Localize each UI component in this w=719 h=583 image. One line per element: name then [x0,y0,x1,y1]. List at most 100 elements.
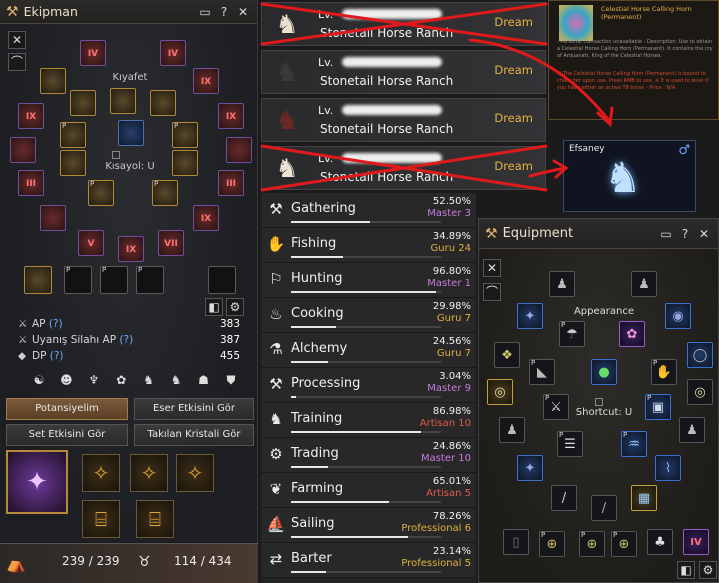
tool-slot[interactable]: ♣ [647,529,673,555]
equip-slot[interactable]: ◎ [687,379,713,405]
equip-slot[interactable] [10,137,36,163]
shield-icon[interactable]: ◧ [677,561,695,579]
tool-slot[interactable]: P ⊕ [579,531,605,557]
tool-slot[interactable]: P [64,266,92,294]
shield-icon[interactable]: ◧ [205,298,223,316]
equip-slot[interactable]: ♟ [549,271,575,297]
equip-slot[interactable]: ⌇ [655,455,681,481]
equipment-titlebar[interactable]: ⚒ Equipment ▭ ? ✕ [479,219,718,249]
equip-slot[interactable]: IX [118,236,144,262]
costume-slot[interactable]: P [172,122,198,148]
tab-icon[interactable]: ☻ [57,373,75,391]
tab-icon[interactable]: ☗ [195,373,213,391]
skill-row-training[interactable]: ♞ Training 86.98% Artisan 10 [261,403,476,438]
horse-entry[interactable]: ♞ Lv. Stonetail Horse Ranch Dream [261,146,546,190]
equip-slot[interactable]: ◯ [687,342,713,368]
tab-icon[interactable]: ⛊ [222,373,240,391]
equip-slot[interactable]: IX [193,205,219,231]
gear-icon[interactable]: ⚙ [226,298,244,316]
magic-scroll-item[interactable]: ✦ [6,450,68,514]
equip-slot[interactable]: III [18,170,44,196]
crossed-swords-icon[interactable]: ✕ [483,259,501,277]
equip-slot[interactable]: ✦ [517,303,543,329]
help-icon[interactable]: ? [216,4,232,20]
skill-row-barter[interactable]: ⇄ Barter 23.14% Professional 5 [261,543,476,578]
material-item[interactable]: ✧ [176,454,214,492]
gear-icon[interactable]: ⚙ [699,561,717,579]
close-icon[interactable]: ✕ [696,226,712,242]
skill-row-sailing[interactable]: ⛵ Sailing 78.26% Professional 6 [261,508,476,543]
costume-slot[interactable] [118,120,144,146]
skill-row-trading[interactable]: ⚙ Trading 24.86% Master 10 [261,438,476,473]
equip-slot[interactable] [226,137,252,163]
equip-slot[interactable]: IX [193,68,219,94]
tool-slot[interactable] [208,266,236,294]
tool-slot[interactable]: ▯ [503,529,529,555]
costume-slot[interactable]: P ♒ [621,431,647,457]
equip-slot[interactable]: ▦ [631,485,657,511]
artifact-effect-button[interactable]: Eser Etkisini Gör [134,398,254,420]
tool-slot[interactable]: P [136,266,164,294]
skill-row-cooking[interactable]: ♨ Cooking 29.98% Guru 7 [261,298,476,333]
equip-slot[interactable]: IV [683,529,709,555]
skill-row-processing[interactable]: ⚒ Processing 3.04% Master 9 [261,368,476,403]
equip-slot[interactable]: IX [18,103,44,129]
equip-slot[interactable] [40,68,66,94]
equip-slot[interactable]: ◉ [665,303,691,329]
tab-icon[interactable]: ♆ [85,373,103,391]
horse-entry[interactable]: ♞ Lv. Stonetail Horse Ranch Dream [261,98,546,142]
help-icon[interactable]: ? [677,226,693,242]
horse-entry[interactable]: ♞ Lv. Stonetail Horse Ranch Dream [261,2,546,46]
pickaxe-icon[interactable]: ⌒ [8,53,26,71]
scroll-item[interactable]: ⌸ [82,500,120,538]
tab-icon[interactable]: ♞ [140,373,158,391]
costume-slot[interactable]: P [88,180,114,206]
skill-row-alchemy[interactable]: ⚗ Alchemy 24.56% Guru 7 [261,333,476,368]
tool-slot[interactable]: P ⊕ [539,531,565,557]
pickaxe-icon[interactable]: ⌒ [483,283,501,301]
equip-slot[interactable]: ♟ [631,271,657,297]
equip-slot[interactable]: ✦ [517,455,543,481]
skill-row-hunting[interactable]: ⚐ Hunting 96.80% Master 1 [261,263,476,298]
checkbox[interactable] [112,151,120,159]
legendary-horse-card[interactable]: Efsaney ♂ ♞ [563,140,696,212]
export-icon[interactable]: ▭ [197,4,213,20]
equip-slot[interactable]: ❖ [494,342,520,368]
costume-slot[interactable] [70,90,96,116]
skill-row-gathering[interactable]: ⚒ Gathering 52.50% Master 3 [261,193,476,228]
ekipman-titlebar[interactable]: ⚒ Ekipman ▭ ? ✕ [0,0,257,24]
skill-row-fishing[interactable]: ✋ Fishing 34.89% Guru 24 [261,228,476,263]
skill-row-farming[interactable]: ❦ Farming 65.01% Artisan 5 [261,473,476,508]
horse-entry[interactable]: ♞ Lv. Stonetail Horse Ranch Dream [261,50,546,94]
costume-slot[interactable]: ● [591,359,617,385]
equip-slot[interactable] [40,205,66,231]
equip-slot[interactable]: III [218,170,244,196]
equip-slot[interactable]: V [78,230,104,256]
equip-slot[interactable]: ◎ [487,379,513,405]
costume-slot[interactable]: P ☂ [559,321,585,347]
export-icon[interactable]: ▭ [658,226,674,242]
equip-slot[interactable]: ♟ [679,417,705,443]
potential-button[interactable]: Potansiyelim [6,398,128,420]
costume-slot[interactable]: P ☰ [557,431,583,457]
costume-slot[interactable]: P ✋ [651,359,677,385]
tab-icon[interactable]: ☯ [30,373,48,391]
set-effect-button[interactable]: Set Etkisini Gör [6,424,128,446]
costume-slot[interactable] [110,88,136,114]
tab-icon[interactable]: ✿ [112,373,130,391]
equip-slot[interactable]: IV [80,40,106,66]
crystal-button[interactable]: Takılan Kristali Gör [134,424,254,446]
costume-slot[interactable] [150,90,176,116]
equip-slot[interactable]: ♟ [499,417,525,443]
costume-slot[interactable]: P ◣ [529,359,555,385]
equip-slot[interactable]: / [591,495,617,521]
equip-slot[interactable]: / [551,485,577,511]
equip-slot[interactable]: VII [158,230,184,256]
scroll-item[interactable]: ⌸ [136,500,174,538]
costume-slot[interactable]: ✿ [619,321,645,347]
checkbox[interactable] [595,398,603,406]
tool-slot[interactable]: P [100,266,128,294]
equip-slot[interactable]: IX [218,103,244,129]
material-item[interactable]: ✧ [82,454,120,492]
material-item[interactable]: ✧ [130,454,168,492]
